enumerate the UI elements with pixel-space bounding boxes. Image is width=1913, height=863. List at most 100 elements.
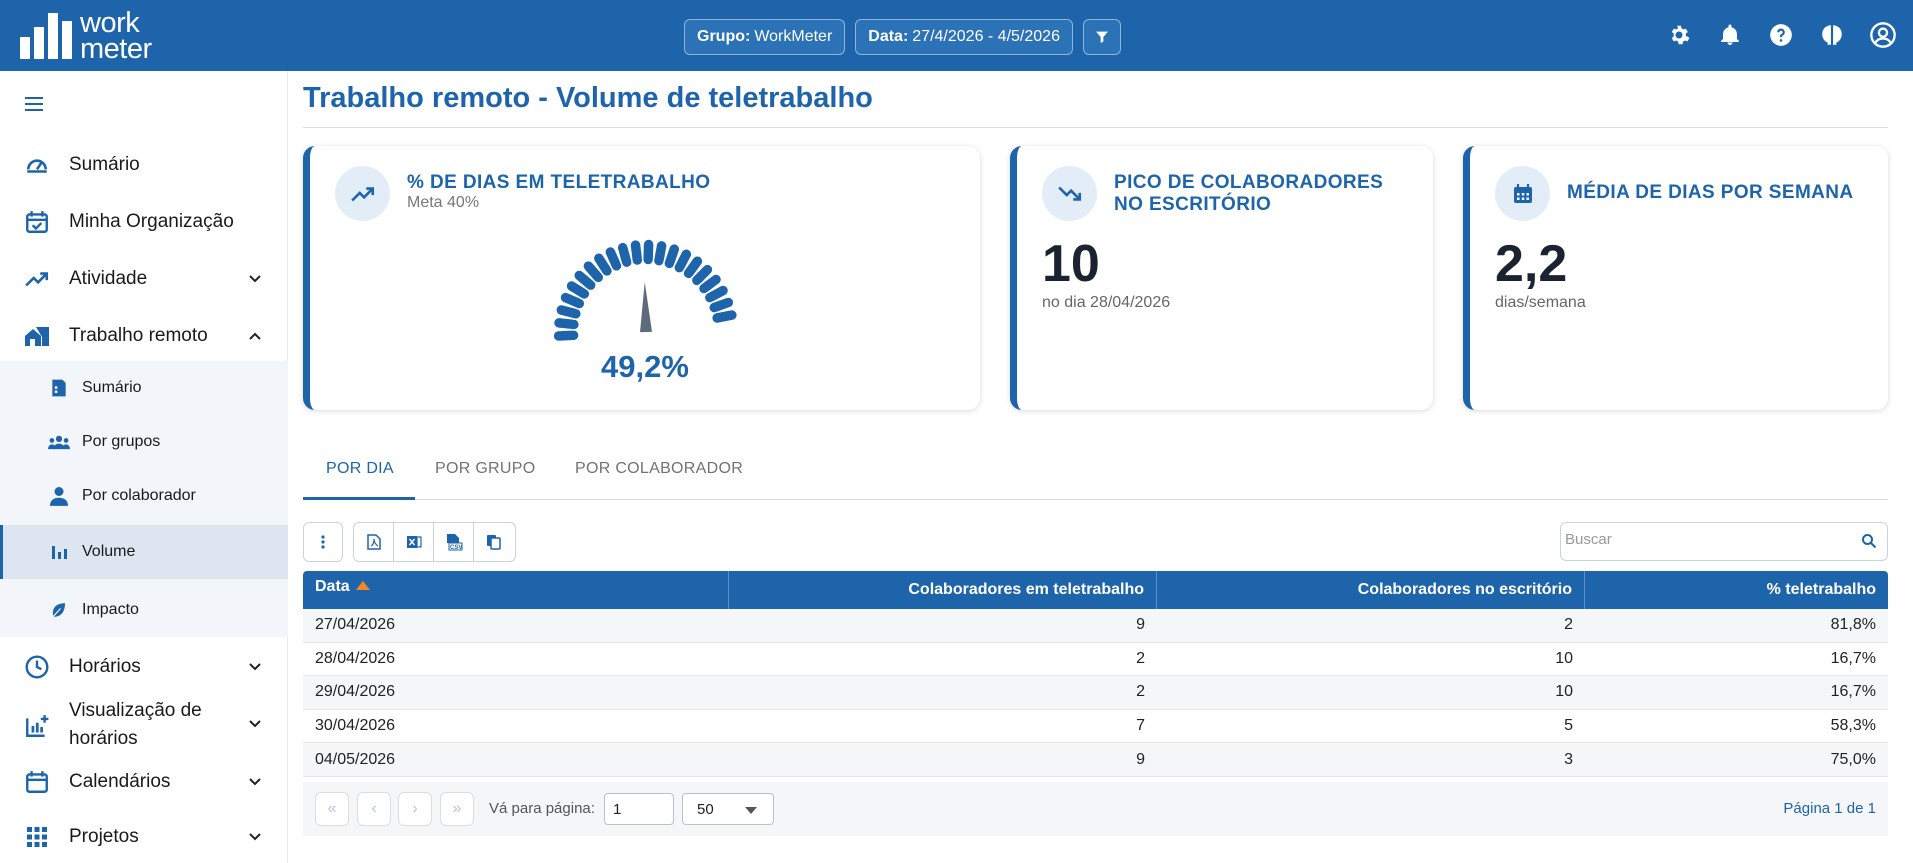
date-filter-value: 27/4/2026 - 4/5/2026: [912, 28, 1060, 45]
sidebar-item-label: Horários: [69, 656, 141, 677]
office-peak-card: PICO DE COLABORADORES NO ESCRITÓRIO 10 n…: [1010, 146, 1433, 410]
telework-gauge: [552, 238, 739, 342]
first-page-icon: «: [327, 800, 337, 817]
chevron-down-icon: [248, 830, 262, 844]
prev-page-button[interactable]: ‹: [357, 792, 391, 826]
table-cell: 2: [1136, 683, 1145, 701]
table-row[interactable]: 27/04/2026 9 2 81,8%: [303, 609, 1888, 643]
submenu-item-label: Volume: [82, 543, 136, 560]
logo-bars-icon: [20, 13, 72, 59]
top-bar: work meter Grupo: WorkMeter Data: 27/4/2…: [0, 0, 1913, 71]
first-page-button[interactable]: «: [315, 792, 349, 826]
search-icon[interactable]: [1861, 533, 1877, 554]
chevron-up-icon: [248, 329, 262, 343]
submenu-item-por-grupos[interactable]: Por grupos: [0, 415, 288, 469]
office-peak-value: 10: [1042, 235, 1100, 293]
sidebar-item-calendarios[interactable]: Calendários: [0, 768, 288, 796]
export-pdf-button[interactable]: [354, 523, 394, 561]
person-icon: [48, 485, 70, 507]
export-csv-button[interactable]: CSV: [434, 523, 474, 561]
csv-icon: CSV: [446, 534, 462, 551]
gauge-segment: [629, 238, 644, 267]
group-filter-chip[interactable]: Grupo: WorkMeter: [684, 19, 846, 55]
table-row[interactable]: 04/05/2026 9 3 75,0%: [303, 743, 1888, 777]
gauge-needle: [640, 282, 652, 333]
brain-icon[interactable]: [1817, 20, 1846, 49]
column-header-percent[interactable]: % teletrabalho: [1585, 571, 1888, 609]
column-header-data[interactable]: Data: [303, 571, 729, 609]
dropdown-caret-icon: [745, 807, 757, 814]
next-page-icon: ›: [412, 800, 418, 817]
submenu-item-label: Sumário: [82, 379, 142, 396]
filter-icon: [1095, 31, 1108, 43]
sidebar-item-label: Calendários: [69, 771, 171, 792]
more-options-button[interactable]: [303, 522, 343, 562]
submenu-item-volume[interactable]: Volume: [0, 525, 288, 579]
bell-icon[interactable]: [1715, 20, 1744, 49]
sidebar-item-atividade[interactable]: Atividade: [0, 265, 288, 293]
submenu-item-por-colaborador[interactable]: Por colaborador: [0, 469, 288, 523]
leaf-icon: [48, 599, 70, 621]
table-cell: 27/04/2026: [315, 616, 396, 634]
date-filter-chip[interactable]: Data: 27/4/2026 - 4/5/2026: [855, 19, 1073, 55]
more-vert-icon: [304, 523, 342, 561]
workmeter-logo[interactable]: work meter: [20, 9, 152, 64]
account-icon[interactable]: [1868, 20, 1897, 49]
sidebar-item-label-wrap: Visualização de horários: [69, 697, 202, 753]
sidebar-item-trabalho-remoto[interactable]: Trabalho remoto: [0, 322, 288, 350]
telework-percent-card: % DE DIAS EM TELETRABALHO Meta 40% 49,2%: [303, 146, 980, 410]
sidebar-item-visualizacao-horarios[interactable]: Visualização de horários: [0, 697, 288, 753]
column-header-remote[interactable]: Colaboradores em teletrabalho: [729, 571, 1157, 609]
table-cell: 81,8%: [1830, 616, 1876, 634]
help-icon[interactable]: [1766, 20, 1795, 49]
last-page-button[interactable]: »: [440, 792, 474, 826]
weekly-average-value: 2,2: [1495, 235, 1568, 293]
table-row[interactable]: 29/04/2026 2 10 16,7%: [303, 676, 1888, 710]
gauge-segment: [552, 329, 580, 342]
weekly-average-caption: dias/semana: [1495, 294, 1586, 311]
settings-icon[interactable]: [1664, 20, 1693, 49]
active-tab-indicator: [303, 497, 415, 500]
table-cell: 9: [1136, 616, 1145, 634]
trending-up-icon: [335, 166, 390, 221]
sidebar-item-projetos[interactable]: Projetos: [0, 823, 288, 851]
submenu-item-impacto[interactable]: Impacto: [0, 583, 288, 637]
submenu-item-sumario[interactable]: Sumário: [0, 361, 288, 415]
table-cell: 16,7%: [1830, 649, 1876, 667]
sidebar-item-minha-organizacao[interactable]: Minha Organização: [0, 208, 288, 236]
tab-por-grupo[interactable]: POR GRUPO: [435, 460, 536, 478]
table-cell: 28/04/2026: [315, 649, 396, 667]
export-excel-button[interactable]: [394, 523, 434, 561]
gauge-value: 49,2%: [601, 349, 689, 384]
filter-button[interactable]: [1082, 19, 1121, 55]
copy-button[interactable]: [474, 523, 514, 561]
view-tabs: POR DIA POR GRUPO POR COLABORADOR: [303, 448, 1888, 500]
column-header-office[interactable]: Colaboradores no escritório: [1157, 571, 1585, 609]
prev-page-icon: ‹: [371, 800, 377, 817]
tab-por-dia[interactable]: POR DIA: [326, 460, 394, 478]
table-header: Data Colaboradores em teletrabalho Colab…: [303, 571, 1888, 609]
table-row[interactable]: 30/04/2026 7 5 58,3%: [303, 709, 1888, 744]
menu-toggle[interactable]: [24, 95, 44, 118]
goto-page-input[interactable]: 1: [604, 793, 674, 825]
table-row[interactable]: 28/04/2026 2 10 16,7%: [303, 642, 1888, 677]
clock-icon: [24, 654, 50, 680]
home-work-icon: [24, 323, 50, 349]
tab-por-colaborador[interactable]: POR COLABORADOR: [575, 460, 743, 478]
calendar-icon: [1495, 166, 1550, 221]
page-size-select[interactable]: 50: [682, 793, 774, 825]
last-page-icon: »: [452, 800, 462, 817]
sidebar-item-horarios[interactable]: Horários: [0, 653, 288, 681]
trending-down-icon: [1042, 166, 1097, 221]
excel-icon: [406, 536, 422, 548]
table-cell: 5: [1564, 717, 1573, 735]
summary-icon: [48, 377, 70, 399]
search-input[interactable]: [1565, 531, 1845, 548]
sidebar-item-label: Atividade: [69, 268, 148, 289]
sidebar-item-sumario[interactable]: Sumário: [0, 151, 288, 179]
table-cell: 58,3%: [1830, 717, 1876, 735]
card-title-line2: NO ESCRITÓRIO: [1114, 194, 1272, 215]
sort-ascending-icon: [355, 581, 370, 590]
next-page-button[interactable]: ›: [398, 792, 432, 826]
sidebar-submenu-trabalho-remoto: Sumário Por grupos Por colaborador Volum…: [0, 361, 288, 637]
